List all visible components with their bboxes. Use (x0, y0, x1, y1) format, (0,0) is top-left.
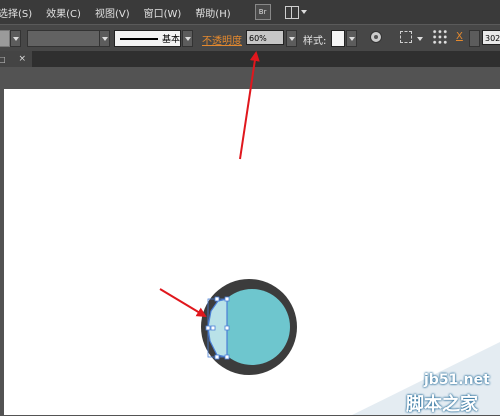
annotation-arrow-to-shape (159, 288, 207, 318)
watermark-name: 脚本之家 (406, 394, 478, 415)
artwork-layer (159, 51, 500, 415)
watermark-url: jb51.net (424, 372, 490, 388)
selection-handle[interactable] (214, 296, 220, 302)
selection-handle[interactable] (214, 354, 220, 360)
selection-handle[interactable] (224, 325, 230, 331)
selection-handle[interactable] (205, 325, 211, 331)
selection-handle[interactable] (210, 325, 216, 331)
selection-handle[interactable] (224, 296, 230, 302)
annotation-arrow-to-opacity (239, 51, 260, 160)
selection-handle[interactable] (224, 354, 230, 360)
